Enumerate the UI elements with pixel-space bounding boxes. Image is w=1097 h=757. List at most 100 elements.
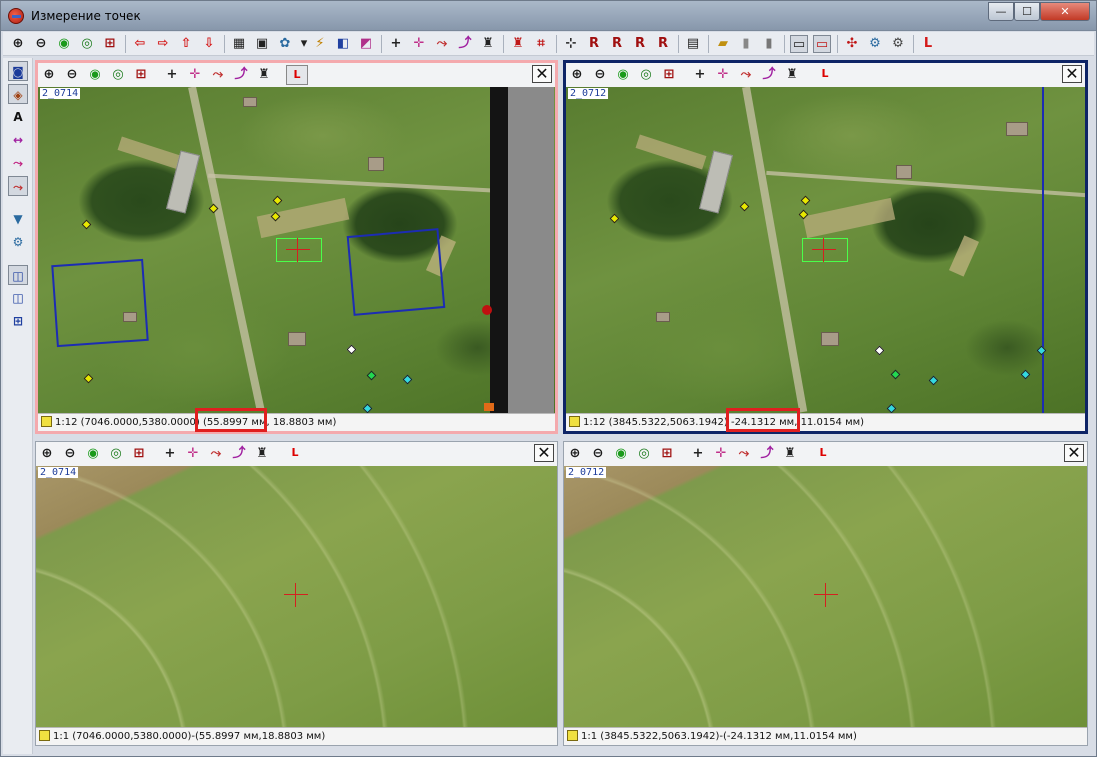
minimize-button[interactable]: —: [988, 2, 1014, 21]
grid-icon[interactable]: ⊞: [660, 66, 678, 84]
zoom-in-icon[interactable]: ⊕: [566, 445, 584, 463]
grid-icon[interactable]: ⊞: [101, 35, 119, 53]
zoom-in-icon[interactable]: ⊕: [9, 35, 27, 53]
panel-close-button[interactable]: ✕: [1064, 444, 1084, 462]
grid-icon[interactable]: ⊞: [130, 445, 148, 463]
point-move-icon[interactable]: ⤳: [8, 176, 28, 196]
images-icon[interactable]: ◈: [8, 84, 28, 104]
edit-point-icon[interactable]: ⤴: [456, 35, 474, 53]
zoom-fit-icon[interactable]: ◉: [55, 35, 73, 53]
add-image-icon[interactable]: ▣: [253, 35, 271, 53]
zoom-fit-icon[interactable]: ◉: [86, 66, 104, 84]
r-query-icon[interactable]: R: [654, 35, 672, 53]
residual-r-icon[interactable]: R: [608, 35, 626, 53]
delete-point-icon[interactable]: ♜: [253, 445, 271, 463]
move-point-icon[interactable]: ⤳: [433, 35, 451, 53]
filter-icon[interactable]: ▼: [8, 209, 28, 229]
export-icon[interactable]: ▰: [714, 35, 732, 53]
delete-point-icon[interactable]: ♜: [783, 66, 801, 84]
zoom-window-icon[interactable]: ◎: [78, 35, 96, 53]
paste-icon[interactable]: ▮: [760, 35, 778, 53]
zoom-out-icon[interactable]: ⊖: [32, 35, 50, 53]
link-icon[interactable]: ↔: [8, 130, 28, 150]
measure-icon[interactable]: ⊹: [562, 35, 580, 53]
camera-icon[interactable]: ◙: [8, 61, 28, 81]
grid-icon[interactable]: ⊞: [132, 66, 150, 84]
zoom-window-icon[interactable]: ◎: [635, 445, 653, 463]
settings-icon[interactable]: ⚙: [8, 232, 28, 252]
move-point-icon[interactable]: ⤳: [209, 66, 227, 84]
l-icon[interactable]: L: [919, 35, 937, 53]
arrow-right-icon[interactable]: ⇨: [154, 35, 172, 53]
zoom-fit-icon[interactable]: ◉: [612, 445, 630, 463]
move-point-icon[interactable]: ⤳: [737, 66, 755, 84]
panel-close-button[interactable]: ✕: [534, 444, 554, 462]
delete-point-icon[interactable]: ♜: [781, 445, 799, 463]
move-point-icon[interactable]: ⤳: [207, 445, 225, 463]
window-icon[interactable]: ◫: [8, 265, 28, 285]
dropdown-arrow-icon[interactable]: ▾: [299, 35, 309, 53]
text-icon[interactable]: A: [8, 107, 28, 127]
zoom-fit-icon[interactable]: ◉: [614, 66, 632, 84]
edit-point-icon[interactable]: ⤴: [232, 66, 250, 84]
panel-close-button[interactable]: ✕: [1062, 65, 1082, 83]
tie-points-icon[interactable]: ⌗: [532, 35, 550, 53]
zoom-out-icon[interactable]: ⊖: [63, 66, 81, 84]
dual-view-icon[interactable]: ▭: [813, 35, 831, 53]
gears-icon[interactable]: ⚙: [866, 35, 884, 53]
add-point-icon[interactable]: +: [161, 445, 179, 463]
single-view-icon[interactable]: ▭: [790, 35, 808, 53]
zoom-out-icon[interactable]: ⊖: [61, 445, 79, 463]
settings-dropdown-icon[interactable]: ✿: [276, 35, 294, 53]
add-point-snap-icon[interactable]: ✛: [714, 66, 732, 84]
tiles-icon[interactable]: ⊞: [8, 311, 28, 331]
left-image-toggle[interactable]: L: [812, 444, 834, 464]
maximize-button[interactable]: ☐: [1014, 2, 1040, 21]
image-view[interactable]: 2_0714: [36, 466, 557, 727]
point-edit-icon[interactable]: ⤳: [8, 153, 28, 173]
add-point-icon[interactable]: +: [689, 445, 707, 463]
add-point-icon[interactable]: +: [163, 66, 181, 84]
add-point-snap-icon[interactable]: ✛: [186, 66, 204, 84]
window-stack-icon[interactable]: ◫: [8, 288, 28, 308]
copy-icon[interactable]: ▮: [737, 35, 755, 53]
zoom-window-icon[interactable]: ◎: [109, 66, 127, 84]
document-icon[interactable]: ▤: [684, 35, 702, 53]
residual-r-icon[interactable]: R: [585, 35, 603, 53]
image-view[interactable]: 2_0712: [566, 87, 1085, 413]
panel-close-button[interactable]: ✕: [532, 65, 552, 83]
add-point-snap-icon[interactable]: ✛: [184, 445, 202, 463]
zoom-in-icon[interactable]: ⊕: [38, 445, 56, 463]
delete-all-icon[interactable]: ♜: [509, 35, 527, 53]
zoom-in-icon[interactable]: ⊕: [568, 66, 586, 84]
left-image-toggle[interactable]: L: [284, 444, 306, 464]
add-point-icon[interactable]: +: [691, 66, 709, 84]
stereo-icon[interactable]: ◧: [334, 35, 352, 53]
zoom-fit-icon[interactable]: ◉: [84, 445, 102, 463]
lightning-icon[interactable]: ⚡: [311, 35, 329, 53]
close-button[interactable]: ✕: [1040, 2, 1090, 21]
add-point-icon[interactable]: +: [387, 35, 405, 53]
zoom-in-icon[interactable]: ⊕: [40, 66, 58, 84]
delete-point-icon[interactable]: ♜: [255, 66, 273, 84]
add-settings-icon[interactable]: ✣: [843, 35, 861, 53]
gear-list-icon[interactable]: ⚙: [889, 35, 907, 53]
zoom-out-icon[interactable]: ⊖: [589, 445, 607, 463]
arrow-up-icon[interactable]: ⇧: [177, 35, 195, 53]
left-image-toggle[interactable]: L: [286, 65, 308, 85]
edit-point-icon[interactable]: ⤴: [758, 445, 776, 463]
add-point-snap-icon[interactable]: ✛: [712, 445, 730, 463]
color-icon[interactable]: ◩: [357, 35, 375, 53]
left-image-toggle[interactable]: L: [814, 65, 836, 85]
arrow-down-icon[interactable]: ⇩: [200, 35, 218, 53]
image-view[interactable]: 2_0712: [564, 466, 1087, 727]
image-view[interactable]: 2_0714: [38, 87, 555, 413]
grid-icon[interactable]: ⊞: [658, 445, 676, 463]
add-point-snap-icon[interactable]: ✛: [410, 35, 428, 53]
layout-icon[interactable]: ▦: [230, 35, 248, 53]
zoom-window-icon[interactable]: ◎: [107, 445, 125, 463]
delete-point-icon[interactable]: ♜: [479, 35, 497, 53]
r-icon[interactable]: R: [631, 35, 649, 53]
move-point-icon[interactable]: ⤳: [735, 445, 753, 463]
edit-point-icon[interactable]: ⤴: [760, 66, 778, 84]
